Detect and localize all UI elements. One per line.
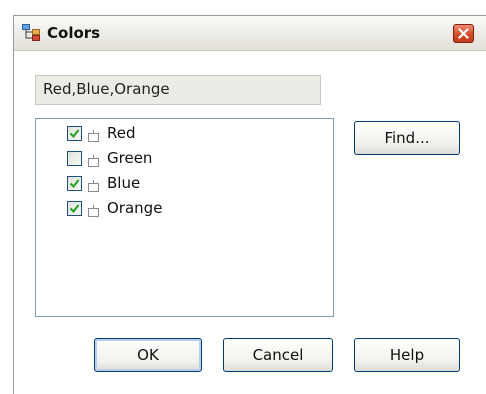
help-button[interactable]: Help bbox=[354, 338, 460, 372]
cancel-button[interactable]: Cancel bbox=[223, 338, 333, 372]
find-button[interactable]: Find... bbox=[354, 121, 460, 155]
checkbox-blue[interactable] bbox=[67, 175, 82, 191]
list-item-orange[interactable]: Orange bbox=[67, 197, 162, 219]
tree-node-icon bbox=[87, 177, 100, 192]
dialog-body: Red,Blue,Orange Red Green Blue Orange Fi… bbox=[14, 51, 486, 394]
colors-dialog: Colors Red,Blue,Orange Red Green Blue Or… bbox=[13, 15, 486, 394]
item-label: Orange bbox=[107, 199, 163, 217]
app-tree-icon bbox=[22, 24, 40, 41]
checkbox-red[interactable] bbox=[67, 125, 82, 141]
color-checklist[interactable]: Red Green Blue Orange bbox=[35, 118, 334, 317]
tree-node-icon bbox=[87, 127, 100, 142]
checkmark-icon bbox=[69, 178, 80, 188]
list-item-green[interactable]: Green bbox=[67, 147, 152, 169]
close-button[interactable] bbox=[453, 24, 474, 43]
tree-node-icon bbox=[87, 202, 100, 217]
item-label: Red bbox=[107, 124, 136, 142]
ok-button[interactable]: OK bbox=[94, 338, 202, 372]
checkbox-orange[interactable] bbox=[67, 200, 82, 216]
item-label: Blue bbox=[107, 174, 141, 192]
checkmark-icon bbox=[69, 203, 80, 213]
list-item-blue[interactable]: Blue bbox=[67, 172, 140, 194]
item-label: Green bbox=[107, 149, 153, 167]
window-title: Colors bbox=[47, 24, 101, 42]
selection-summary-field[interactable]: Red,Blue,Orange bbox=[35, 75, 321, 105]
tree-node-icon bbox=[87, 152, 100, 167]
title-bar[interactable]: Colors bbox=[14, 16, 486, 51]
checkmark-icon bbox=[69, 128, 80, 138]
list-item-red[interactable]: Red bbox=[67, 122, 136, 144]
close-icon bbox=[458, 24, 469, 43]
checkbox-green[interactable] bbox=[67, 150, 82, 166]
